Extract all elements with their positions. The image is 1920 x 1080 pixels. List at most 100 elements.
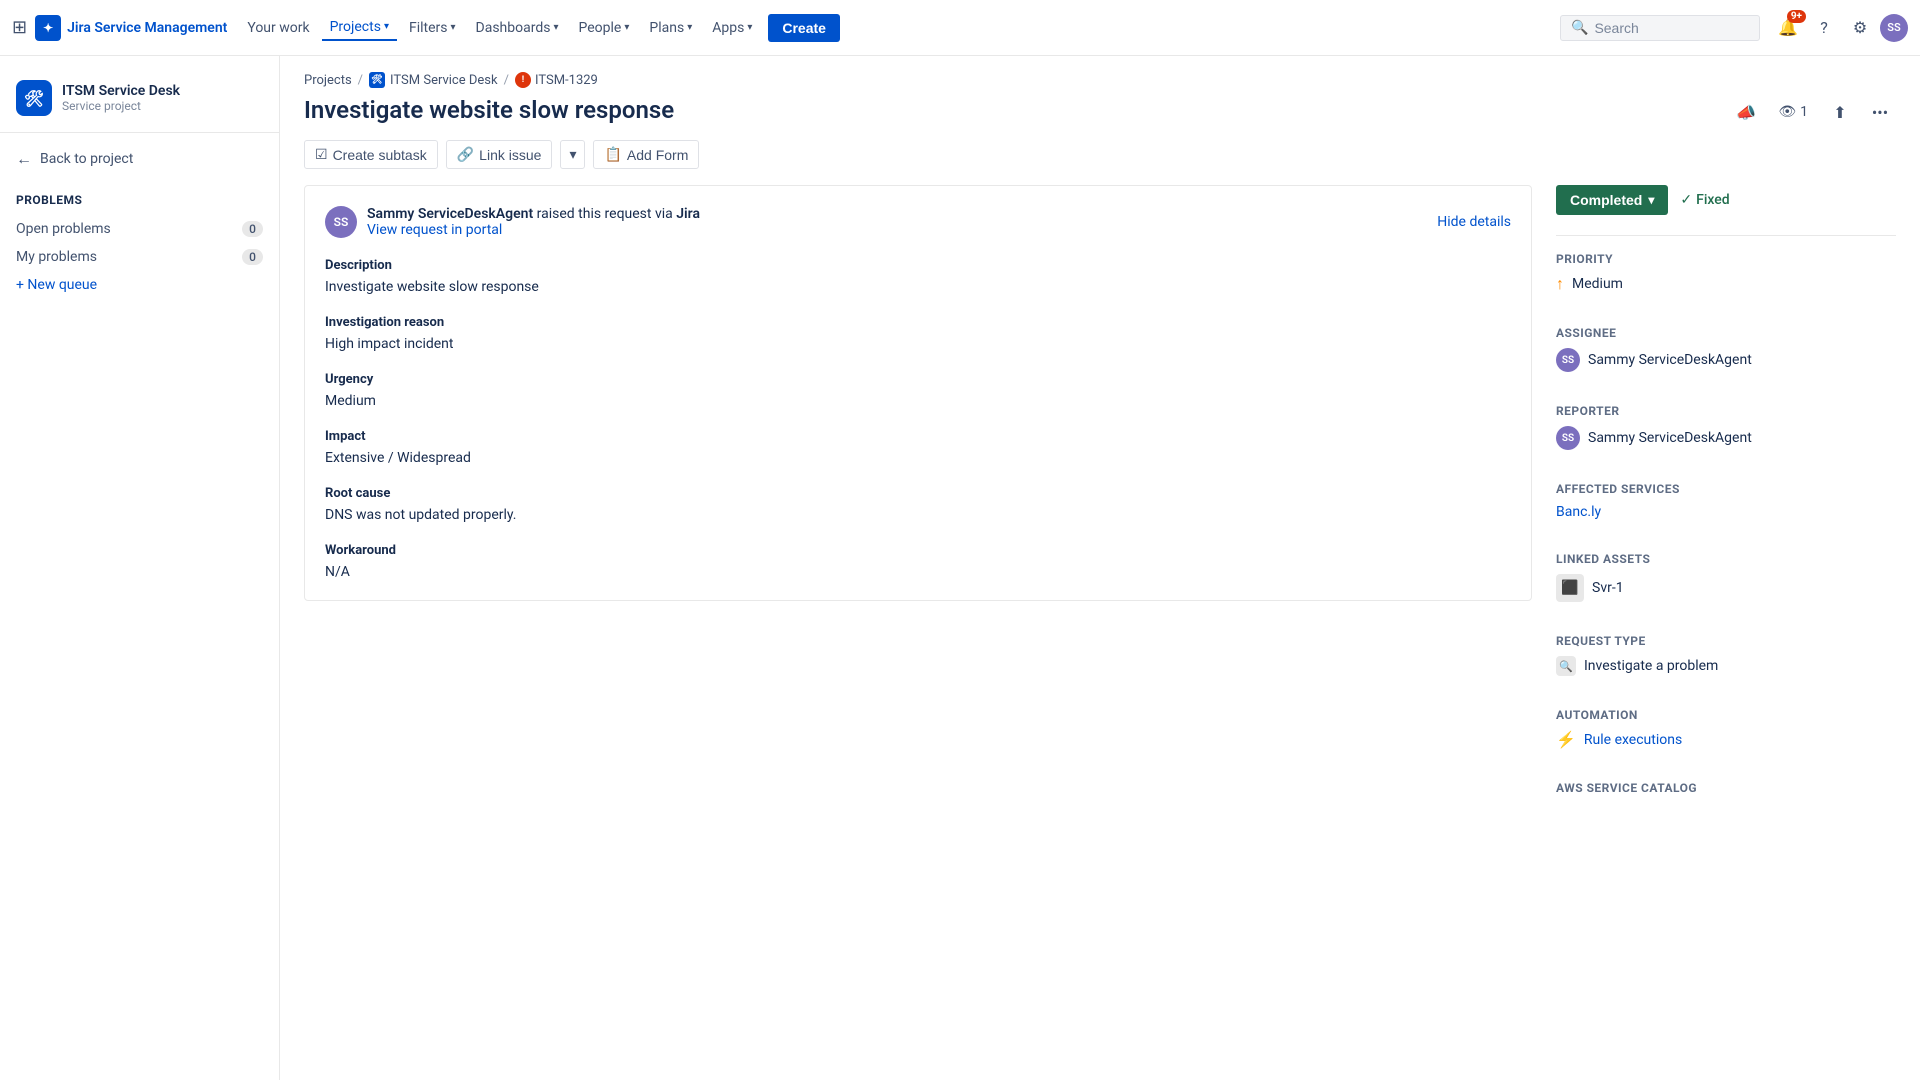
create-subtask-button[interactable]: ☑ Create subtask [304, 140, 438, 169]
grid-icon[interactable]: ⊞ [12, 17, 27, 38]
affected-link[interactable]: Banc.ly [1556, 504, 1601, 520]
sidebar: 🛠 ITSM Service Desk Service project ← Ba… [0, 56, 280, 1080]
priority-value: ↑ Medium [1556, 274, 1896, 294]
issue-header: Investigate website slow response 📣 👁 1 … [280, 96, 1920, 140]
priority-up-icon: ↑ [1556, 274, 1564, 294]
subtask-icon: ☑ [315, 146, 328, 163]
request-type-label: Request Type [1556, 634, 1896, 648]
people-chevron: ▾ [624, 22, 629, 33]
settings-button[interactable]: ⚙ [1844, 12, 1876, 44]
reporter-label: Reporter [1556, 404, 1896, 418]
notification-badge: 9+ [1787, 10, 1806, 23]
lightning-icon: ⚡ [1556, 730, 1576, 749]
megaphone-button[interactable]: 📣 [1730, 96, 1762, 128]
aws-label: AWS Service Catalog [1556, 781, 1896, 795]
root-cause-section: Root cause DNS was not updated properly. [325, 486, 1511, 523]
request-type-value: 🔍 Investigate a problem [1556, 656, 1896, 676]
affected-services-label: Affected services [1556, 482, 1896, 496]
workaround-label: Workaround [325, 543, 1511, 558]
help-button[interactable]: ? [1808, 12, 1840, 44]
search-bar[interactable]: 🔍 [1560, 15, 1760, 41]
nav-apps[interactable]: Apps ▾ [704, 16, 760, 40]
main-content: Projects / 🛠 ITSM Service Desk / ! ITSM-… [280, 56, 1920, 1080]
urgency-value: Medium [325, 393, 1511, 409]
sidebar-item-my-problems[interactable]: My problems 0 [0, 243, 279, 271]
investigation-label: Investigation reason [325, 315, 1511, 330]
project-type: Service project [62, 99, 180, 113]
automation-link[interactable]: Rule executions [1584, 732, 1682, 748]
nav-dashboards[interactable]: Dashboards ▾ [468, 16, 567, 40]
sidebar-item-open-problems[interactable]: Open problems 0 [0, 215, 279, 243]
request-type-section: Request Type 🔍 Investigate a problem [1556, 634, 1896, 692]
impact-section: Impact Extensive / Widespread [325, 429, 1511, 466]
gear-icon: ⚙ [1853, 18, 1867, 37]
root-cause-label: Root cause [325, 486, 1511, 501]
topnav: ⊞ ✦ Jira Service Management Your work Pr… [0, 0, 1920, 56]
asset-icon: ⬛ [1556, 574, 1584, 602]
issue-title: Investigate website slow response [304, 96, 1710, 124]
project-name: ITSM Service Desk [62, 83, 180, 99]
linked-assets-section: LINKED ASSETS ⬛ Svr-1 [1556, 552, 1896, 618]
nav-plans[interactable]: Plans ▾ [641, 16, 700, 40]
create-button[interactable]: Create [768, 14, 840, 42]
priority-label: Priority [1556, 252, 1896, 266]
search-input[interactable] [1594, 20, 1749, 36]
raised-by-text: Sammy ServiceDeskAgent raised this reque… [367, 206, 700, 222]
assignee-value: SS Sammy ServiceDeskAgent [1556, 348, 1896, 372]
toolbar-dropdown-button[interactable]: ▾ [560, 140, 585, 169]
aws-section: AWS Service Catalog [1556, 781, 1896, 819]
urgency-label: Urgency [325, 372, 1511, 387]
add-form-button[interactable]: 📋 Add Form [593, 140, 699, 169]
search-icon: 🔍 [1571, 20, 1588, 36]
link-issue-button[interactable]: 🔗 Link issue [446, 140, 553, 169]
new-queue-button[interactable]: + New queue [0, 271, 279, 299]
description-value: Investigate website slow response [325, 279, 1511, 295]
apps-chevron: ▾ [747, 22, 752, 33]
breadcrumb-issue-id[interactable]: ITSM-1329 [535, 73, 598, 88]
breadcrumb-project-icon: 🛠 [369, 72, 385, 88]
issue-sidebar-panel: Completed ▾ ✓ Fixed Priority ↑ Medium [1556, 185, 1896, 835]
breadcrumb-project-name[interactable]: ITSM Service Desk [390, 73, 498, 88]
linked-assets-value: ⬛ Svr-1 [1556, 574, 1896, 602]
automation-value: ⚡ Rule executions [1556, 730, 1896, 749]
affected-services-value: Banc.ly [1556, 504, 1896, 520]
workaround-value: N/A [325, 564, 1511, 580]
share-button[interactable]: ⬆ [1824, 96, 1856, 128]
breadcrumb-projects[interactable]: Projects [304, 73, 352, 88]
open-problems-badge: 0 [242, 221, 263, 237]
nav-your-work[interactable]: Your work [239, 16, 317, 40]
detail-card: SS Sammy ServiceDeskAgent raised this re… [304, 185, 1532, 601]
raised-via-text: raised this request via [537, 206, 677, 222]
completed-chevron: ▾ [1648, 193, 1654, 207]
automation-section: Automation ⚡ Rule executions [1556, 708, 1896, 765]
hide-details-link[interactable]: Hide details [1437, 214, 1511, 230]
notifications-button[interactable]: 🔔 9+ [1772, 12, 1804, 44]
more-button[interactable]: ••• [1864, 96, 1896, 128]
breadcrumb: Projects / 🛠 ITSM Service Desk / ! ITSM-… [280, 56, 1920, 96]
watchers-button[interactable]: 👁 1 [1770, 100, 1816, 124]
description-label: Description [325, 258, 1511, 273]
root-cause-value: DNS was not updated properly. [325, 507, 1511, 523]
nav-projects[interactable]: Projects ▾ [322, 15, 397, 41]
view-request-link[interactable]: View request in portal [367, 222, 502, 238]
watchers-count: 1 [1800, 104, 1808, 120]
sidebar-section-label: Problems [0, 177, 279, 215]
back-to-project[interactable]: ← Back to project [0, 141, 279, 177]
nav-filters[interactable]: Filters ▾ [401, 16, 464, 40]
impact-value: Extensive / Widespread [325, 450, 1511, 466]
project-info: ITSM Service Desk Service project [62, 83, 180, 113]
completed-button[interactable]: Completed ▾ [1556, 185, 1668, 215]
raised-info: Sammy ServiceDeskAgent raised this reque… [367, 206, 700, 238]
impact-label: Impact [325, 429, 1511, 444]
assignee-avatar: SS [1556, 348, 1580, 372]
projects-chevron: ▾ [384, 21, 389, 32]
assignee-label: Assignee [1556, 326, 1896, 340]
user-avatar[interactable]: SS [1880, 14, 1908, 42]
filters-chevron: ▾ [451, 22, 456, 33]
investigation-value: High impact incident [325, 336, 1511, 352]
priority-section: Priority ↑ Medium [1556, 252, 1896, 310]
my-problems-badge: 0 [242, 249, 263, 265]
nav-people[interactable]: People ▾ [571, 16, 638, 40]
issue-toolbar: ☑ Create subtask 🔗 Link issue ▾ 📋 Add Fo… [280, 140, 1920, 185]
check-icon: ✓ [1680, 192, 1692, 208]
